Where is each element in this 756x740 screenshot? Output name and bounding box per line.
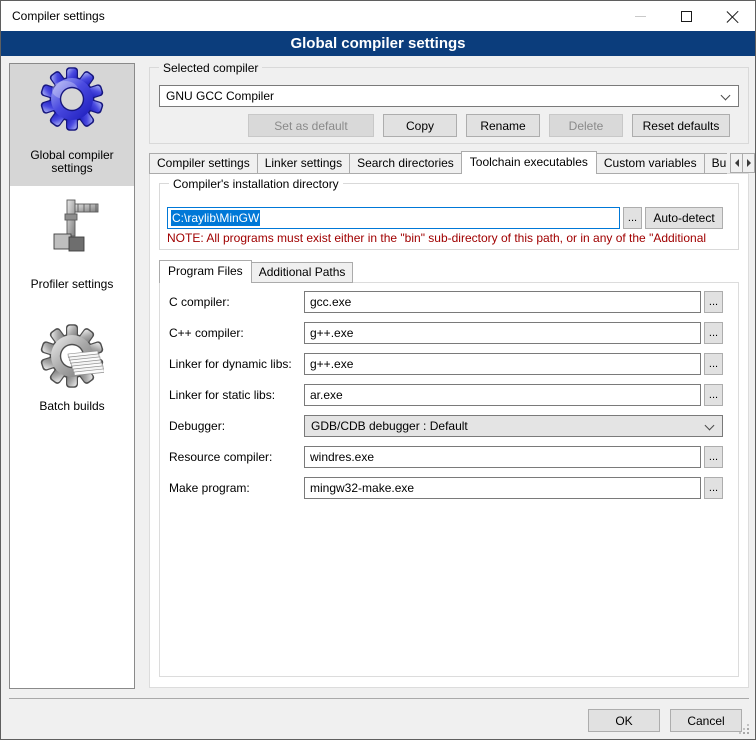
main-tab-strip: Compiler settings Linker settings Search… — [149, 151, 727, 174]
window-controls — [617, 1, 755, 31]
compiler-select-value: GNU GCC Compiler — [166, 89, 274, 103]
chevron-down-icon — [705, 421, 715, 431]
field-value: g++.exe — [310, 326, 353, 340]
field-label: Linker for dynamic libs: — [169, 353, 301, 375]
close-icon — [726, 10, 739, 23]
delete-button[interactable]: Delete — [549, 114, 623, 137]
field-value: gcc.exe — [310, 295, 351, 309]
tab-linker-settings[interactable]: Linker settings — [257, 153, 350, 174]
window-title: Compiler settings — [1, 9, 105, 23]
form-row: Linker for static libs: ar.exe ... — [149, 384, 749, 406]
settings-category-list: Global compiler settings Profiler settin… — [9, 63, 135, 689]
gray-gear-stack-icon — [40, 324, 104, 388]
dynamic-linker-input[interactable]: g++.exe — [304, 353, 701, 375]
c-compiler-input[interactable]: gcc.exe — [304, 291, 701, 313]
caliper-icon — [40, 198, 104, 262]
maximize-icon — [681, 11, 692, 22]
field-value: windres.exe — [310, 450, 374, 464]
form-row: Make program: mingw32-make.exe ... — [149, 477, 749, 499]
c-compiler-browse-button[interactable]: ... — [704, 291, 723, 313]
selected-text: C:\raylib\MinGW — [171, 210, 260, 226]
chevron-down-icon — [721, 91, 731, 101]
blue-gear-icon — [40, 67, 104, 131]
footer-divider — [9, 698, 749, 699]
compiler-buttons-row: Set as default Copy Rename Delete Reset … — [149, 114, 730, 137]
tab-custom-variables[interactable]: Custom variables — [596, 153, 705, 174]
maximize-button[interactable] — [663, 1, 709, 31]
sidebar-item-profiler-settings[interactable]: Profiler settings — [10, 186, 134, 298]
copy-button[interactable]: Copy — [383, 114, 457, 137]
set-as-default-button[interactable]: Set as default — [248, 114, 374, 137]
group-legend: Selected compiler — [159, 61, 262, 75]
sidebar-item-label: Global compiler settings — [10, 149, 134, 175]
form-row: Debugger: GDB/CDB debugger : Default — [149, 415, 749, 437]
arrow-right-icon — [747, 159, 751, 167]
tab-additional-paths[interactable]: Additional Paths — [251, 262, 354, 283]
compiler-settings-dialog: Compiler settings Global compiler settin… — [0, 0, 756, 740]
installation-directory-input[interactable]: C:\raylib\MinGW — [167, 207, 620, 229]
debugger-select[interactable]: GDB/CDB debugger : Default — [304, 415, 723, 437]
field-value: ar.exe — [310, 388, 343, 402]
tab-build-options[interactable]: Build options — [704, 153, 727, 174]
make-program-browse-button[interactable]: ... — [704, 477, 723, 499]
static-linker-browse-button[interactable]: ... — [704, 384, 723, 406]
browse-directory-button[interactable]: ... — [623, 207, 642, 229]
rename-button[interactable]: Rename — [466, 114, 540, 137]
arrow-left-icon — [735, 159, 739, 167]
group-legend: Compiler's installation directory — [169, 177, 343, 191]
tab-scroll-right-button[interactable] — [742, 153, 755, 173]
tab-program-files[interactable]: Program Files — [159, 260, 252, 283]
auto-detect-button[interactable]: Auto-detect — [645, 207, 723, 229]
sidebar-item-batch-builds[interactable]: Batch builds — [10, 298, 134, 418]
field-label: C++ compiler: — [169, 322, 301, 344]
form-row: C++ compiler: g++.exe ... — [149, 322, 749, 344]
form-row: C compiler: gcc.exe ... — [149, 291, 749, 313]
static-linker-input[interactable]: ar.exe — [304, 384, 701, 406]
sidebar-item-global-compiler-settings[interactable]: Global compiler settings — [10, 64, 134, 186]
field-value: mingw32-make.exe — [310, 481, 414, 495]
tab-search-directories[interactable]: Search directories — [349, 153, 462, 174]
cpp-compiler-input[interactable]: g++.exe — [304, 322, 701, 344]
close-button[interactable] — [709, 1, 755, 31]
window-titlebar: Compiler settings — [1, 1, 755, 31]
form-row: Resource compiler: windres.exe ... — [149, 446, 749, 468]
field-label: Debugger: — [169, 415, 301, 437]
minimize-icon — [635, 16, 646, 17]
sidebar-item-label: Batch builds — [39, 400, 104, 413]
sidebar-item-label: Profiler settings — [31, 278, 114, 291]
dialog-header: Global compiler settings — [1, 31, 755, 56]
field-label: Resource compiler: — [169, 446, 301, 468]
minimize-button[interactable] — [617, 1, 663, 31]
field-label: C compiler: — [169, 291, 301, 313]
field-label: Linker for static libs: — [169, 384, 301, 406]
debugger-select-value: GDB/CDB debugger : Default — [311, 419, 468, 433]
cancel-button[interactable]: Cancel — [670, 709, 742, 732]
field-value: g++.exe — [310, 357, 353, 371]
resource-compiler-browse-button[interactable]: ... — [704, 446, 723, 468]
ok-button[interactable]: OK — [588, 709, 660, 732]
field-label: Make program: — [169, 477, 301, 499]
reset-defaults-button[interactable]: Reset defaults — [632, 114, 730, 137]
dynamic-linker-browse-button[interactable]: ... — [704, 353, 723, 375]
resource-compiler-input[interactable]: windres.exe — [304, 446, 701, 468]
tab-toolchain-executables[interactable]: Toolchain executables — [461, 151, 597, 174]
form-row: Linker for dynamic libs: g++.exe ... — [149, 353, 749, 375]
resize-grip[interactable] — [738, 723, 750, 735]
cpp-compiler-browse-button[interactable]: ... — [704, 322, 723, 344]
note-text: NOTE: All programs must exist either in … — [167, 231, 734, 245]
compiler-select[interactable]: GNU GCC Compiler — [159, 85, 739, 107]
tab-scroll-arrows — [730, 153, 754, 173]
make-program-input[interactable]: mingw32-make.exe — [304, 477, 701, 499]
tab-compiler-settings[interactable]: Compiler settings — [149, 153, 258, 174]
program-tab-strip: Program Files Additional Paths — [159, 260, 352, 283]
